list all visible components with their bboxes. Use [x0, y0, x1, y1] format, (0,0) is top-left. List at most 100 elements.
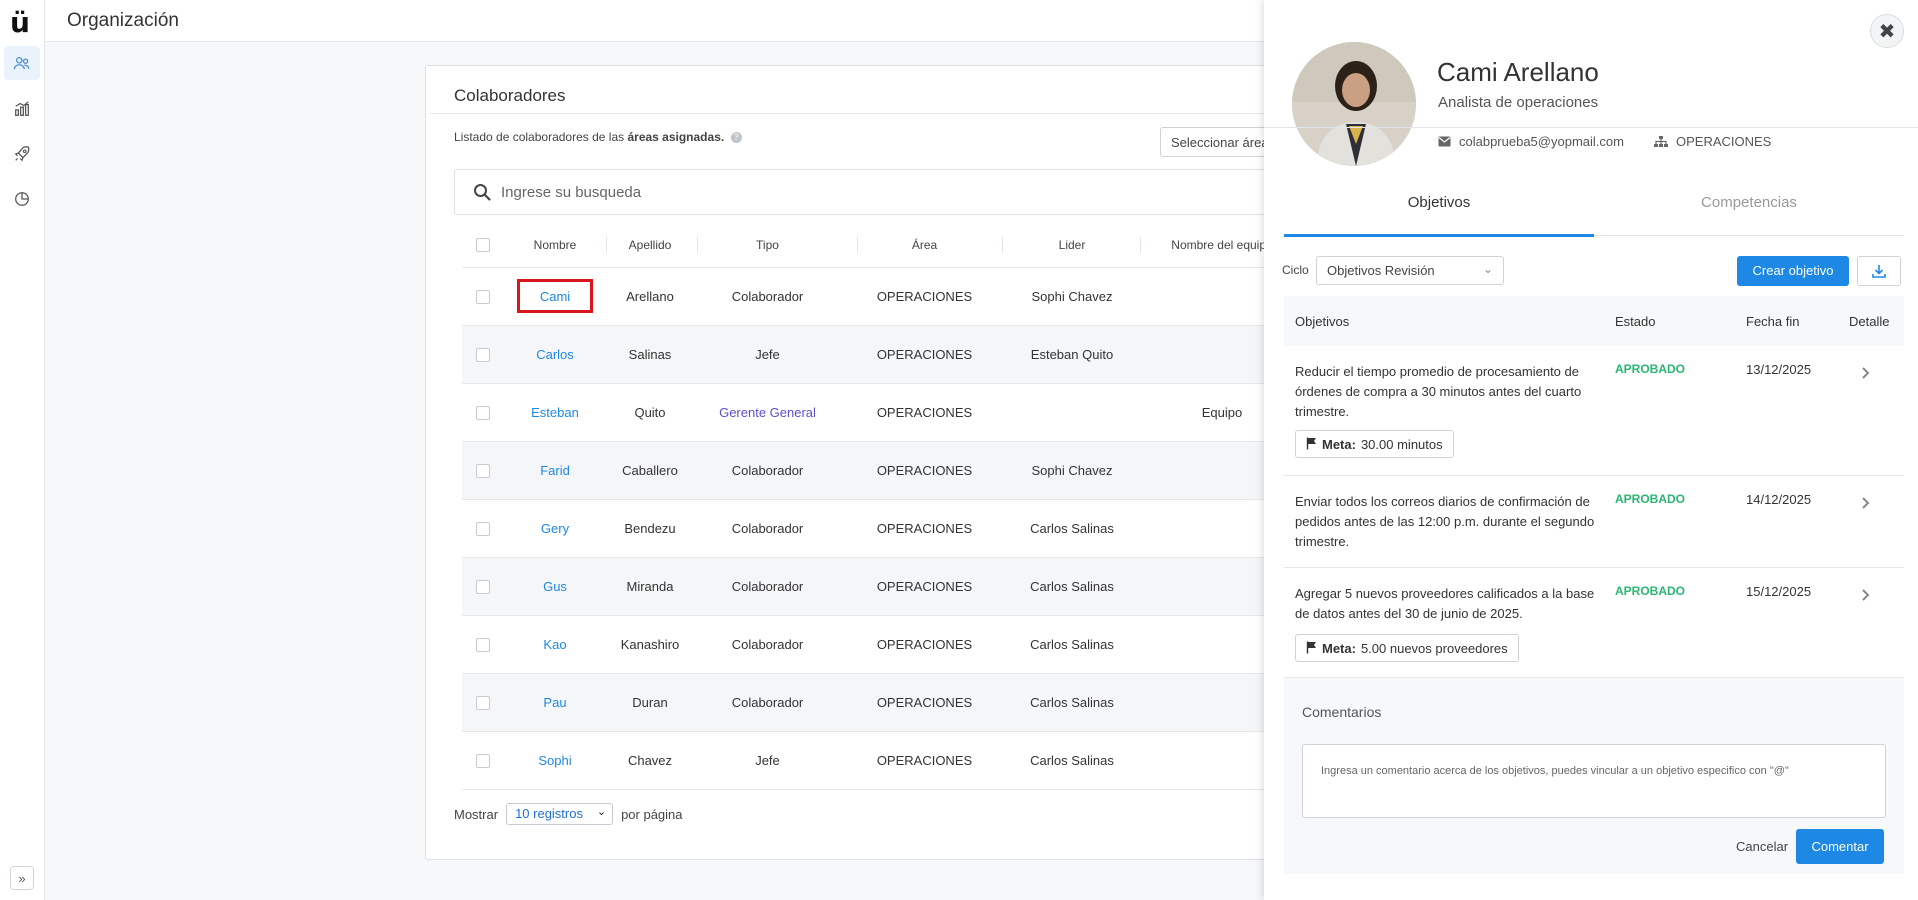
cell-apellido: Bendezu [624, 521, 676, 536]
table-row[interactable]: Gery Bendezu Colaborador OPERACIONES Car… [462, 500, 1324, 558]
comments-title: Comentarios [1302, 704, 1382, 720]
cell-area: OPERACIONES [876, 579, 973, 594]
sidebar-item-users[interactable] [4, 46, 40, 80]
table-row[interactable]: Sophi Chavez Jefe OPERACIONES Carlos Sal… [462, 732, 1324, 790]
info-icon[interactable]: ? [730, 132, 742, 144]
app-logo[interactable]: ü [10, 6, 30, 39]
meta-chip: Meta: 5.00 nuevos proveedores [1295, 634, 1519, 662]
table-row[interactable]: Farid Caballero Colaborador OPERACIONES … [462, 442, 1324, 500]
objective-row[interactable]: Reducir el tiempo promedio de procesamie… [1284, 346, 1904, 476]
column-separator [1002, 237, 1003, 253]
sidebar-item-reports[interactable] [4, 92, 40, 126]
cell-apellido: Salinas [628, 347, 672, 362]
sidebar-item-analytics[interactable] [4, 182, 40, 216]
select-all-checkbox[interactable] [476, 238, 490, 252]
search-icon [474, 184, 491, 201]
cell-apellido: Kanashiro [620, 637, 680, 652]
row-checkbox[interactable] [476, 754, 490, 768]
search-box [454, 169, 1324, 215]
row-checkbox[interactable] [476, 522, 490, 536]
column-header[interactable]: Lider [1017, 238, 1127, 252]
table-row[interactable]: Carlos Salinas Jefe OPERACIONES Esteban … [462, 326, 1324, 384]
sidebar-item-launch[interactable] [4, 137, 40, 171]
profile-panel: ✖ Cami Arellano Analista de operaciones … [1264, 0, 1918, 900]
cell-nombre[interactable]: Esteban [517, 405, 593, 420]
download-button[interactable] [1857, 256, 1901, 286]
cell-nombre[interactable]: Sophi [517, 753, 593, 768]
cell-area: OPERACIONES [876, 463, 973, 478]
colaboradores-table: Nombre Apellido Tipo Área Lider Nombre d… [462, 223, 1324, 790]
row-checkbox[interactable] [476, 348, 490, 362]
page-size-value: 10 registros [515, 806, 583, 821]
tab-objetivos[interactable]: Objetivos [1284, 194, 1594, 211]
table-row[interactable]: Pau Duran Colaborador OPERACIONES Carlos… [462, 674, 1324, 732]
row-checkbox[interactable] [476, 638, 490, 652]
cell-tipo[interactable]: Gerente General [715, 405, 820, 420]
column-separator [857, 237, 858, 253]
ciclo-select[interactable]: Objetivos Revisión ⌄ [1316, 256, 1504, 285]
objective-text: Enviar todos los correos diarios de conf… [1295, 494, 1595, 549]
cell-lider: Carlos Salinas [1030, 521, 1114, 536]
objective-row[interactable]: Enviar todos los correos diarios de conf… [1284, 476, 1904, 568]
area-text: OPERACIONES [1676, 134, 1772, 149]
column-header: Detalle [1849, 314, 1890, 329]
cell-area: OPERACIONES [876, 289, 973, 304]
table-row[interactable]: Cami Arellano Colaborador OPERACIONES So… [462, 268, 1324, 326]
cell-nombre[interactable]: Pau [517, 695, 593, 710]
comment-input[interactable] [1302, 744, 1886, 818]
row-checkbox[interactable] [476, 464, 490, 478]
close-icon: ✖ [1878, 20, 1896, 43]
table-row[interactable]: Kao Kanashiro Colaborador OPERACIONES Ca… [462, 616, 1324, 674]
objective-date: 13/12/2025 [1746, 362, 1812, 377]
column-header[interactable]: Área [862, 238, 987, 252]
row-checkbox[interactable] [476, 290, 490, 304]
table-row[interactable]: Gus Miranda Colaborador OPERACIONES Carl… [462, 558, 1324, 616]
chevron-right-icon[interactable] [1861, 588, 1871, 602]
cell-nombre[interactable]: Gery [517, 521, 593, 536]
column-separator [1140, 237, 1141, 253]
email-text: colabprueba5@yopmail.com [1459, 134, 1624, 149]
tab-competencias[interactable]: Competencias [1594, 194, 1904, 211]
chevron-right-icon[interactable] [1861, 496, 1871, 510]
cancel-comment-button[interactable]: Cancelar [1736, 839, 1788, 854]
page-size-select[interactable]: 10 registros ⌄ [506, 803, 614, 825]
create-objective-button[interactable]: Crear objetivo [1737, 256, 1849, 286]
cell-lider: Carlos Salinas [1030, 637, 1114, 652]
column-header: Estado [1615, 314, 1656, 329]
row-checkbox[interactable] [476, 406, 490, 420]
chevron-right-icon[interactable] [1861, 366, 1871, 380]
cell-nombre[interactable]: Kao [517, 637, 593, 652]
column-header[interactable]: Nombre [530, 238, 580, 252]
card-title: Colaboradores [454, 86, 566, 105]
cell-nombre[interactable]: Gus [517, 579, 593, 594]
card-divider [430, 113, 1324, 114]
search-input[interactable] [501, 180, 1101, 204]
sidebar-expand-button[interactable]: » [10, 866, 34, 890]
cell-area: OPERACIONES [876, 753, 973, 768]
profile-divider [1264, 127, 1918, 128]
row-checkbox[interactable] [476, 696, 490, 710]
objective-date: 15/12/2025 [1746, 584, 1812, 599]
subtitle-prefix: Listado de colaboradores de las [454, 130, 625, 144]
cell-lider: Carlos Salinas [1030, 753, 1114, 768]
cell-nombre[interactable]: Farid [517, 463, 593, 478]
table-row[interactable]: Esteban Quito Gerente General OPERACIONE… [462, 384, 1324, 442]
cell-apellido: Arellano [626, 289, 674, 304]
cell-tipo: Colaborador [731, 637, 804, 652]
cell-area: OPERACIONES [876, 521, 973, 536]
cell-lider: Carlos Salinas [1030, 579, 1114, 594]
cell-area: OPERACIONES [876, 347, 973, 362]
avatar-image [1292, 42, 1416, 166]
cell-lider: Sophi Chavez [1031, 289, 1113, 304]
row-checkbox[interactable] [476, 580, 490, 594]
meta-chip: Meta: 30.00 minutos [1295, 430, 1454, 458]
objective-row[interactable]: Agregar 5 nuevos proveedores calificados… [1284, 568, 1904, 678]
cell-apellido: Chavez [627, 753, 673, 768]
cell-nombre[interactable]: Carlos [517, 347, 593, 362]
column-header[interactable]: Apellido [615, 238, 685, 252]
cell-tipo: Colaborador [731, 289, 804, 304]
submit-comment-button[interactable]: Comentar [1796, 829, 1884, 864]
close-panel-button[interactable]: ✖ [1870, 14, 1904, 48]
column-header[interactable]: Tipo [715, 238, 820, 252]
card-subtitle: Listado de colaboradores de las áreas as… [454, 130, 742, 144]
